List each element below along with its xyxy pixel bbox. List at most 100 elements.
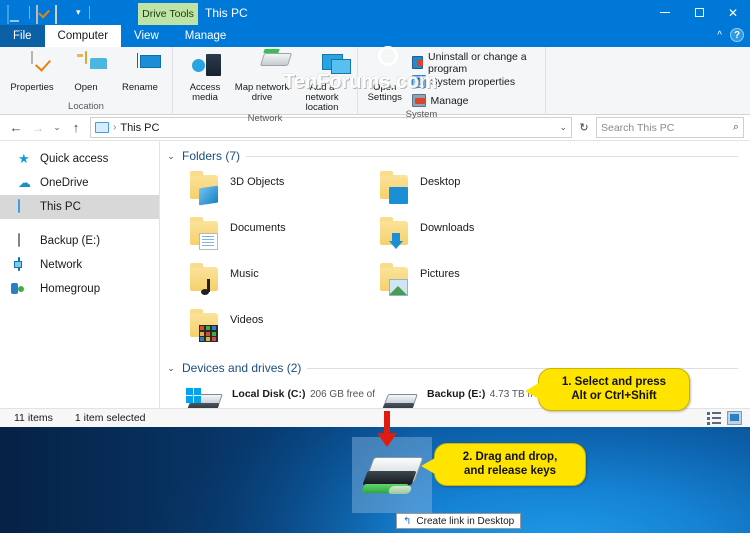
chevron-down-icon[interactable]: ⌄ <box>559 122 567 133</box>
screen: ▾ Drive Tools This PC ✕ File Computer Vi… <box>0 0 750 533</box>
callout-step-1: 1. Select and press Alt or Ctrl+Shift <box>525 368 690 411</box>
item-label: Desktop <box>420 176 461 188</box>
view-mode-buttons <box>707 411 742 425</box>
list-item[interactable]: Documents <box>188 215 378 261</box>
group-label-location: Location <box>68 101 104 112</box>
minimize-button[interactable] <box>648 0 682 25</box>
access-media-label: Access media <box>189 82 221 103</box>
uninstall-program-item[interactable]: Uninstall or change a program <box>411 51 539 75</box>
section-header-folders[interactable]: ⌄ Folders (7) <box>160 147 750 165</box>
sidebar-label: OneDrive <box>40 177 89 189</box>
recent-locations-button[interactable]: ⌄ <box>50 118 64 138</box>
quick-access-star-icon: ★ <box>18 151 30 166</box>
contextual-tab-drive-tools[interactable]: Drive Tools <box>138 3 198 25</box>
ribbon-controls: ^ ? <box>717 28 744 42</box>
callout-2-line-2: and release keys <box>463 465 557 478</box>
sidebar-item-quick-access[interactable]: ★ Quick access <box>0 147 159 171</box>
list-item[interactable]: Local Disk (C:) 206 GB free of 237 GB <box>184 381 379 408</box>
chevron-down-icon[interactable]: ⌄ <box>166 151 176 162</box>
map-network-drive-button[interactable]: Map network drive <box>233 51 291 103</box>
properties-icon <box>17 51 47 81</box>
access-media-icon <box>190 53 220 81</box>
map-network-drive-icon <box>247 53 277 81</box>
properties-button[interactable]: Properties <box>6 51 58 93</box>
tab-computer[interactable]: Computer <box>44 25 122 47</box>
search-input[interactable]: Search This PC ⌕ <box>596 117 744 138</box>
rename-button-label: Rename <box>122 82 158 93</box>
open-button-label: Open <box>74 82 98 93</box>
new-folder-icon[interactable] <box>55 4 71 24</box>
navigation-pane: ★ Quick access ☁ OneDrive This PC Backup… <box>0 141 160 408</box>
sidebar-label: Backup (E:) <box>40 235 101 247</box>
list-item[interactable]: Videos <box>188 307 378 353</box>
sidebar-item-network[interactable]: Network <box>0 253 159 277</box>
uninstall-program-icon <box>411 56 423 69</box>
item-label: Downloads <box>420 222 475 234</box>
drive-name: Local Disk (C:) <box>232 388 306 400</box>
folder-desktop-icon <box>378 171 412 204</box>
folder-videos-icon <box>188 309 222 342</box>
large-icons-view-button[interactable] <box>727 411 742 425</box>
status-item-count: 11 items <box>14 412 53 424</box>
back-button[interactable]: ← <box>6 118 26 138</box>
windows-drive-icon <box>184 386 224 408</box>
callout-2-line-1: 2. Drag and drop, <box>462 451 558 463</box>
system-properties-item[interactable]: System properties <box>411 73 539 90</box>
item-label: Music <box>230 268 259 280</box>
properties-icon[interactable] <box>36 4 52 24</box>
drop-tooltip-text: Create link in Desktop <box>416 515 515 527</box>
folders-grid: 3D Objects Desktop Documents Downloads M… <box>160 165 750 353</box>
status-bar: 11 items 1 item selected <box>0 408 750 427</box>
close-button[interactable]: ✕ <box>716 0 750 25</box>
folder-downloads-icon <box>378 217 412 249</box>
tab-view[interactable]: View <box>121 25 172 47</box>
up-button[interactable]: ↑ <box>66 118 86 138</box>
system-properties-label: System properties <box>430 75 516 88</box>
tab-manage[interactable]: Manage <box>172 25 240 47</box>
this-pc-icon[interactable] <box>7 4 23 24</box>
add-network-location-icon <box>307 53 337 81</box>
group-label-system: System <box>405 109 438 120</box>
details-view-button[interactable] <box>707 411 722 425</box>
chevron-down-icon[interactable]: ⌄ <box>166 363 176 374</box>
drive-name: Backup (E:) <box>427 388 486 400</box>
open-settings-button[interactable]: Open Settings <box>364 51 406 103</box>
ribbon-group-system: Open Settings Uninstall or change a prog… <box>358 47 546 120</box>
item-label: 3D Objects <box>230 176 285 188</box>
manage-item[interactable]: Manage <box>411 92 539 109</box>
section-title-folders: Folders (7) <box>182 149 241 163</box>
quick-access-toolbar: ▾ <box>0 4 93 24</box>
list-item[interactable]: 3D Objects <box>188 169 378 215</box>
sidebar-item-this-pc[interactable]: This PC <box>0 195 159 219</box>
rename-button[interactable]: Rename <box>114 51 166 93</box>
access-media-button[interactable]: Access media <box>179 51 231 103</box>
list-item[interactable]: Pictures <box>378 261 568 307</box>
open-button[interactable]: Open <box>60 51 112 93</box>
item-label: Videos <box>230 314 264 326</box>
drag-ghost-network-drive <box>352 437 432 513</box>
add-network-location-button[interactable]: Add a network location <box>293 51 351 113</box>
list-item[interactable]: Music <box>188 261 378 307</box>
folder-music-icon <box>188 263 222 295</box>
search-icon: ⌕ <box>732 121 739 133</box>
folder-documents-icon <box>188 217 222 250</box>
list-item[interactable]: Downloads <box>378 215 568 261</box>
list-item[interactable]: Desktop <box>378 169 568 215</box>
breadcrumb-this-pc[interactable]: This PC <box>120 122 159 134</box>
chevron-down-icon[interactable]: ▾ <box>74 8 83 17</box>
help-icon[interactable]: ? <box>730 28 744 42</box>
forward-button[interactable]: → <box>28 118 48 138</box>
sidebar-item-onedrive[interactable]: ☁ OneDrive <box>0 171 159 195</box>
refresh-button[interactable]: ↻ <box>574 118 594 138</box>
ribbon-tab-strip: File Computer View Manage ^ ? <box>0 25 750 47</box>
maximize-button[interactable] <box>682 0 716 25</box>
collapse-ribbon-icon[interactable]: ^ <box>717 30 722 41</box>
sidebar-label: Network <box>40 259 83 271</box>
file-explorer-window: ▾ Drive Tools This PC ✕ File Computer Vi… <box>0 0 750 427</box>
homegroup-icon <box>18 282 33 296</box>
tab-file[interactable]: File <box>0 25 45 47</box>
uninstall-program-label: Uninstall or change a program <box>427 50 527 75</box>
sidebar-item-homegroup[interactable]: Homegroup <box>0 277 159 301</box>
sidebar-item-backup-e[interactable]: Backup (E:) <box>0 229 159 253</box>
